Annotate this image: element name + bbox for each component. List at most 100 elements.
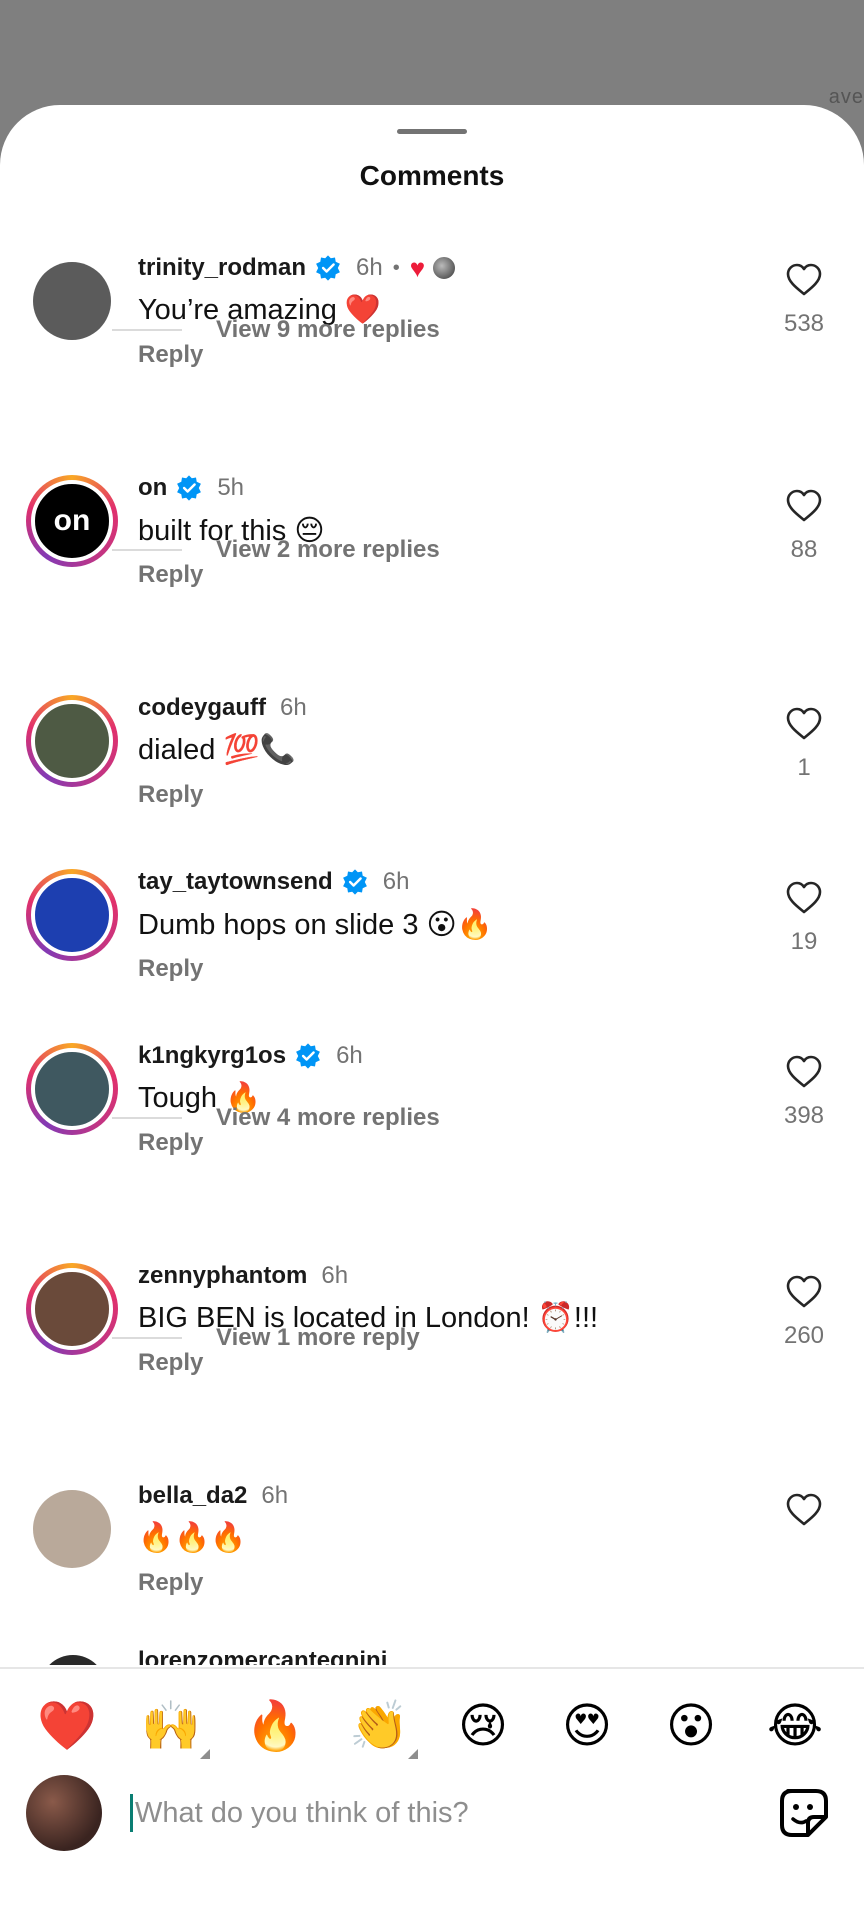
emoji-glyph: ❤️ [37,1698,97,1754]
comment-item: tay_taytownsend 6h Dumb hops on slide 3 😮🔥… [0,859,864,999]
verified-badge-icon [294,1042,322,1070]
emoji-glyph: 😢 [457,1698,509,1754]
comment-time: 6h [261,1482,289,1509]
laughing-face-emoji-icon[interactable]: 😂 [760,1691,830,1761]
avatar [31,1048,113,1130]
text-caret [130,1794,133,1832]
heart-icon[interactable] [780,1055,828,1094]
heart-eyes-emoji-icon[interactable]: 😍 [552,1691,622,1761]
comment-input-wrapper[interactable] [130,1787,730,1839]
avatar [33,1490,111,1568]
comment-username[interactable]: zennyphantom [138,1262,307,1290]
comment-meta: tay_taytownsend 6h [138,865,409,899]
emoji-glyph: 😍 [561,1698,613,1754]
clapping-hands-emoji-icon[interactable]: 👏 [344,1691,418,1761]
post-backdrop: ave [0,0,864,110]
skin-tone-picker-indicator [408,1749,418,1759]
heart-icon[interactable] [780,1275,828,1314]
comment-like [780,1493,828,1540]
avatar [31,874,113,956]
sticker-icon[interactable] [778,1787,830,1839]
comments-sheet: Comments lorenzomercantegnini trinity_ro… [0,105,864,1920]
thread-line [112,1337,182,1339]
avatar[interactable] [40,1655,106,1665]
emoji-glyph: 🙌 [141,1698,201,1754]
comment-text: Dumb hops on slide 3 😮🔥 [138,909,493,941]
comment-username[interactable]: lorenzomercantegnini [138,1647,387,1665]
emoji-glyph: 🔥 [245,1698,305,1754]
avatar-wrapper[interactable] [26,1483,118,1575]
story-ring[interactable] [26,1043,118,1135]
verified-badge-icon [341,868,369,896]
comment-username[interactable]: tay_taytownsend [138,868,333,896]
reply-button[interactable]: Reply [138,1349,203,1377]
avatar [31,1268,113,1350]
heart-icon[interactable] [780,489,828,528]
emoji-glyph: 😮 [665,1698,717,1754]
avatar [31,700,113,782]
comment-text: 🔥🔥🔥 [138,1522,247,1554]
story-ring[interactable] [26,869,118,961]
avatar: on [31,480,113,562]
like-count: 398 [783,1102,825,1129]
view-more-replies-button[interactable]: View 4 more replies [112,1103,440,1133]
reply-button[interactable]: Reply [138,1569,203,1597]
thread-line [112,1117,182,1119]
reply-button[interactable]: Reply [138,955,203,983]
liked-by-author-avatar [431,255,458,281]
story-ring[interactable] [26,695,118,787]
liked-by-author-heart-icon: ♥ [409,253,426,283]
reply-button[interactable]: Reply [138,781,203,809]
heart-icon[interactable] [780,707,828,746]
comment-meta: zennyphantom 6h [138,1259,348,1293]
avatar [26,1775,102,1851]
comment-like: 538 [780,263,828,338]
fire-emoji-icon[interactable]: 🔥 [240,1691,310,1761]
heart-icon[interactable] [780,263,828,302]
like-count: 538 [783,310,825,337]
comment-username[interactable]: on [138,474,167,502]
comment-like: 260 [780,1275,828,1350]
story-ring[interactable]: on [26,475,118,567]
reply-button[interactable]: Reply [138,341,203,369]
comment-username[interactable]: trinity_rodman [138,254,306,282]
reply-button[interactable]: Reply [138,1129,203,1157]
comment-meta: bella_da2 6h [138,1479,288,1513]
comment-username[interactable]: codeygauff [138,694,266,722]
comment-time: 6h [336,1042,363,1069]
heart-icon[interactable] [780,881,828,920]
comment-time: 6h [321,1262,349,1289]
like-count: 19 [790,928,818,955]
view-more-replies-label: View 2 more replies [216,536,440,563]
crying-face-emoji-icon[interactable]: 😢 [448,1691,518,1761]
comment-username[interactable]: k1ngkyrg1os [138,1042,286,1070]
story-ring[interactable] [26,1263,118,1355]
comment-like: 1 [780,707,828,782]
comment-time: 6h [280,694,307,721]
comment-meta: codeygauff 6h [138,691,307,725]
comments-list: lorenzomercantegnini trinity_rodman 6h • ♥ Y… [0,105,864,1665]
avatar-wrapper[interactable] [26,255,118,347]
view-more-replies-label: View 9 more replies [216,316,440,343]
view-more-replies-button[interactable]: View 9 more replies [112,315,440,345]
thread-line [112,549,182,551]
raising-hands-emoji-icon[interactable]: 🙌 [136,1691,210,1761]
heart-icon[interactable] [780,1493,828,1532]
comment-item: codeygauff 6h dialed 💯📞 Reply [0,685,864,825]
view-more-replies-button[interactable]: View 1 more reply [112,1323,420,1353]
comment-like: 19 [780,881,828,956]
surprised-face-emoji-icon[interactable]: 😮 [656,1691,726,1761]
comment-input[interactable] [135,1796,695,1830]
skin-tone-picker-indicator [200,1749,210,1759]
reply-button[interactable]: Reply [138,561,203,589]
view-more-replies-label: View 4 more replies [216,1104,440,1131]
view-more-replies-label: View 1 more reply [216,1324,420,1351]
red-heart-emoji-icon[interactable]: ❤️ [32,1691,102,1761]
comment-text: dialed 💯📞 [138,734,296,766]
comment-username[interactable]: bella_da2 [138,1482,247,1510]
quick-reactions: ❤️ 🙌 🔥 👏 😢 😍 😮 😂 [0,1691,864,1761]
comment-meta: trinity_rodman 6h • ♥ [138,251,458,285]
like-count: 88 [790,536,818,563]
view-more-replies-button[interactable]: View 2 more replies [112,535,440,565]
like-count: 1 [797,754,811,781]
